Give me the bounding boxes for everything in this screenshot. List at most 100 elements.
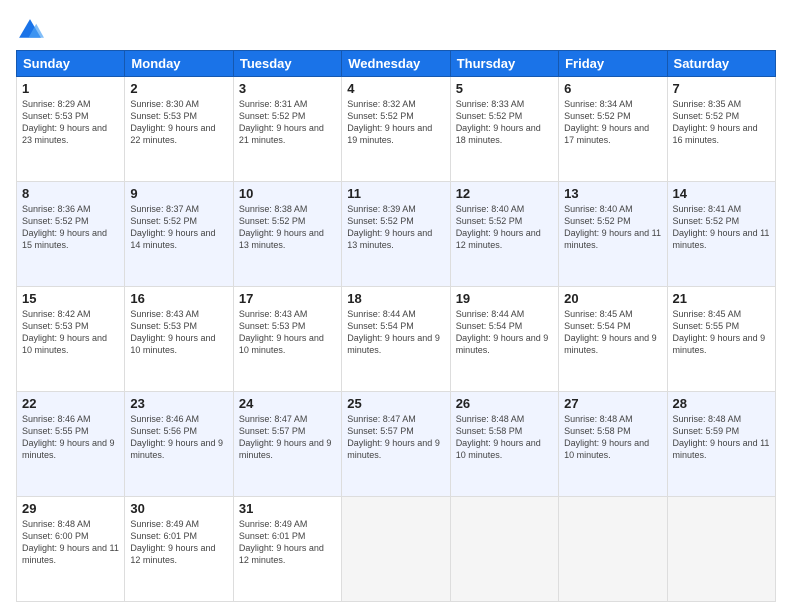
day-number: 8	[22, 186, 119, 201]
cell-info: Sunrise: 8:45 AMSunset: 5:54 PMDaylight:…	[564, 309, 657, 355]
header-day: Monday	[125, 51, 233, 77]
calendar-cell: 17 Sunrise: 8:43 AMSunset: 5:53 PMDayligh…	[233, 287, 341, 392]
cell-info: Sunrise: 8:45 AMSunset: 5:55 PMDaylight:…	[673, 309, 766, 355]
logo-icon	[16, 16, 44, 44]
calendar-cell: 22 Sunrise: 8:46 AMSunset: 5:55 PMDayligh…	[17, 392, 125, 497]
day-number: 4	[347, 81, 444, 96]
calendar-cell: 10 Sunrise: 8:38 AMSunset: 5:52 PMDayligh…	[233, 182, 341, 287]
cell-info: Sunrise: 8:47 AMSunset: 5:57 PMDaylight:…	[239, 414, 332, 460]
cell-info: Sunrise: 8:35 AMSunset: 5:52 PMDaylight:…	[673, 99, 758, 145]
day-number: 6	[564, 81, 661, 96]
page: SundayMondayTuesdayWednesdayThursdayFrid…	[0, 0, 792, 612]
header-day: Saturday	[667, 51, 775, 77]
day-number: 14	[673, 186, 770, 201]
cell-info: Sunrise: 8:46 AMSunset: 5:55 PMDaylight:…	[22, 414, 115, 460]
calendar-cell: 6 Sunrise: 8:34 AMSunset: 5:52 PMDaylight…	[559, 77, 667, 182]
cell-info: Sunrise: 8:32 AMSunset: 5:52 PMDaylight:…	[347, 99, 432, 145]
cell-info: Sunrise: 8:48 AMSunset: 5:59 PMDaylight:…	[673, 414, 770, 460]
day-number: 26	[456, 396, 553, 411]
cell-info: Sunrise: 8:39 AMSunset: 5:52 PMDaylight:…	[347, 204, 432, 250]
cell-info: Sunrise: 8:31 AMSunset: 5:52 PMDaylight:…	[239, 99, 324, 145]
day-number: 23	[130, 396, 227, 411]
day-number: 1	[22, 81, 119, 96]
cell-info: Sunrise: 8:29 AMSunset: 5:53 PMDaylight:…	[22, 99, 107, 145]
day-number: 13	[564, 186, 661, 201]
calendar-cell: 11 Sunrise: 8:39 AMSunset: 5:52 PMDayligh…	[342, 182, 450, 287]
day-number: 22	[22, 396, 119, 411]
calendar-cell: 31 Sunrise: 8:49 AMSunset: 6:01 PMDayligh…	[233, 497, 341, 602]
day-number: 12	[456, 186, 553, 201]
calendar-cell: 18Sunrise: 8:44 AMSunset: 5:54 PMDayligh…	[342, 287, 450, 392]
day-number: 7	[673, 81, 770, 96]
day-number: 10	[239, 186, 336, 201]
cell-info: Sunrise: 8:40 AMSunset: 5:52 PMDaylight:…	[564, 204, 661, 250]
calendar-cell: 19Sunrise: 8:44 AMSunset: 5:54 PMDayligh…	[450, 287, 558, 392]
calendar-cell: 28 Sunrise: 8:48 AMSunset: 5:59 PMDayligh…	[667, 392, 775, 497]
header-day: Wednesday	[342, 51, 450, 77]
calendar-cell: 4 Sunrise: 8:32 AMSunset: 5:52 PMDaylight…	[342, 77, 450, 182]
cell-info: Sunrise: 8:47 AMSunset: 5:57 PMDaylight:…	[347, 414, 440, 460]
calendar-cell: 16 Sunrise: 8:43 AMSunset: 5:53 PMDayligh…	[125, 287, 233, 392]
day-number: 29	[22, 501, 119, 516]
cell-info: Sunrise: 8:37 AMSunset: 5:52 PMDaylight:…	[130, 204, 215, 250]
cell-info: Sunrise: 8:43 AMSunset: 5:53 PMDaylight:…	[130, 309, 215, 355]
header-day: Friday	[559, 51, 667, 77]
cell-info: Sunrise: 8:49 AMSunset: 6:01 PMDaylight:…	[130, 519, 215, 565]
header-day: Tuesday	[233, 51, 341, 77]
day-number: 31	[239, 501, 336, 516]
calendar-cell: 5 Sunrise: 8:33 AMSunset: 5:52 PMDaylight…	[450, 77, 558, 182]
cell-info: Sunrise: 8:43 AMSunset: 5:53 PMDaylight:…	[239, 309, 324, 355]
header-day: Sunday	[17, 51, 125, 77]
day-number: 15	[22, 291, 119, 306]
calendar-cell: 12 Sunrise: 8:40 AMSunset: 5:52 PMDayligh…	[450, 182, 558, 287]
calendar-cell: 7 Sunrise: 8:35 AMSunset: 5:52 PMDaylight…	[667, 77, 775, 182]
calendar-cell: 25 Sunrise: 8:47 AMSunset: 5:57 PMDayligh…	[342, 392, 450, 497]
day-number: 5	[456, 81, 553, 96]
day-number: 21	[673, 291, 770, 306]
day-number: 25	[347, 396, 444, 411]
calendar-cell: 1 Sunrise: 8:29 AMSunset: 5:53 PMDaylight…	[17, 77, 125, 182]
day-number: 27	[564, 396, 661, 411]
day-number: 24	[239, 396, 336, 411]
calendar-cell: 30 Sunrise: 8:49 AMSunset: 6:01 PMDayligh…	[125, 497, 233, 602]
cell-info: Sunrise: 8:33 AMSunset: 5:52 PMDaylight:…	[456, 99, 541, 145]
cell-info: Sunrise: 8:40 AMSunset: 5:52 PMDaylight:…	[456, 204, 541, 250]
day-number: 30	[130, 501, 227, 516]
calendar-table: SundayMondayTuesdayWednesdayThursdayFrid…	[16, 50, 776, 602]
calendar-cell: 27 Sunrise: 8:48 AMSunset: 5:58 PMDayligh…	[559, 392, 667, 497]
calendar-cell: 3 Sunrise: 8:31 AMSunset: 5:52 PMDaylight…	[233, 77, 341, 182]
cell-info: Sunrise: 8:38 AMSunset: 5:52 PMDaylight:…	[239, 204, 324, 250]
calendar-cell: 13 Sunrise: 8:40 AMSunset: 5:52 PMDayligh…	[559, 182, 667, 287]
calendar-cell: 9Sunrise: 8:37 AMSunset: 5:52 PMDaylight…	[125, 182, 233, 287]
cell-info: Sunrise: 8:30 AMSunset: 5:53 PMDaylight:…	[130, 99, 215, 145]
calendar-cell: 29Sunrise: 8:48 AMSunset: 6:00 PMDayligh…	[17, 497, 125, 602]
calendar-cell	[342, 497, 450, 602]
day-number: 19	[456, 291, 553, 306]
calendar-cell	[667, 497, 775, 602]
day-number: 16	[130, 291, 227, 306]
calendar-cell: 23 Sunrise: 8:46 AMSunset: 5:56 PMDayligh…	[125, 392, 233, 497]
calendar-cell: 24 Sunrise: 8:47 AMSunset: 5:57 PMDayligh…	[233, 392, 341, 497]
day-number: 11	[347, 186, 444, 201]
header	[16, 16, 776, 44]
calendar-cell: 20 Sunrise: 8:45 AMSunset: 5:54 PMDayligh…	[559, 287, 667, 392]
cell-info: Sunrise: 8:48 AMSunset: 5:58 PMDaylight:…	[564, 414, 649, 460]
day-number: 28	[673, 396, 770, 411]
calendar-cell: 2 Sunrise: 8:30 AMSunset: 5:53 PMDaylight…	[125, 77, 233, 182]
day-number: 20	[564, 291, 661, 306]
calendar-cell	[559, 497, 667, 602]
day-number: 17	[239, 291, 336, 306]
calendar-cell: 15 Sunrise: 8:42 AMSunset: 5:53 PMDayligh…	[17, 287, 125, 392]
day-number: 3	[239, 81, 336, 96]
cell-info: Sunrise: 8:46 AMSunset: 5:56 PMDaylight:…	[130, 414, 223, 460]
cell-info: Sunrise: 8:36 AMSunset: 5:52 PMDaylight:…	[22, 204, 107, 250]
cell-info: Sunrise: 8:42 AMSunset: 5:53 PMDaylight:…	[22, 309, 107, 355]
calendar-cell	[450, 497, 558, 602]
day-number: 2	[130, 81, 227, 96]
cell-info: Sunrise: 8:44 AMSunset: 5:54 PMDaylight:…	[347, 309, 440, 355]
cell-info: Sunrise: 8:48 AMSunset: 5:58 PMDaylight:…	[456, 414, 541, 460]
cell-info: Sunrise: 8:49 AMSunset: 6:01 PMDaylight:…	[239, 519, 324, 565]
cell-info: Sunrise: 8:34 AMSunset: 5:52 PMDaylight:…	[564, 99, 649, 145]
calendar-cell: 14Sunrise: 8:41 AMSunset: 5:52 PMDayligh…	[667, 182, 775, 287]
calendar-cell: 21 Sunrise: 8:45 AMSunset: 5:55 PMDayligh…	[667, 287, 775, 392]
